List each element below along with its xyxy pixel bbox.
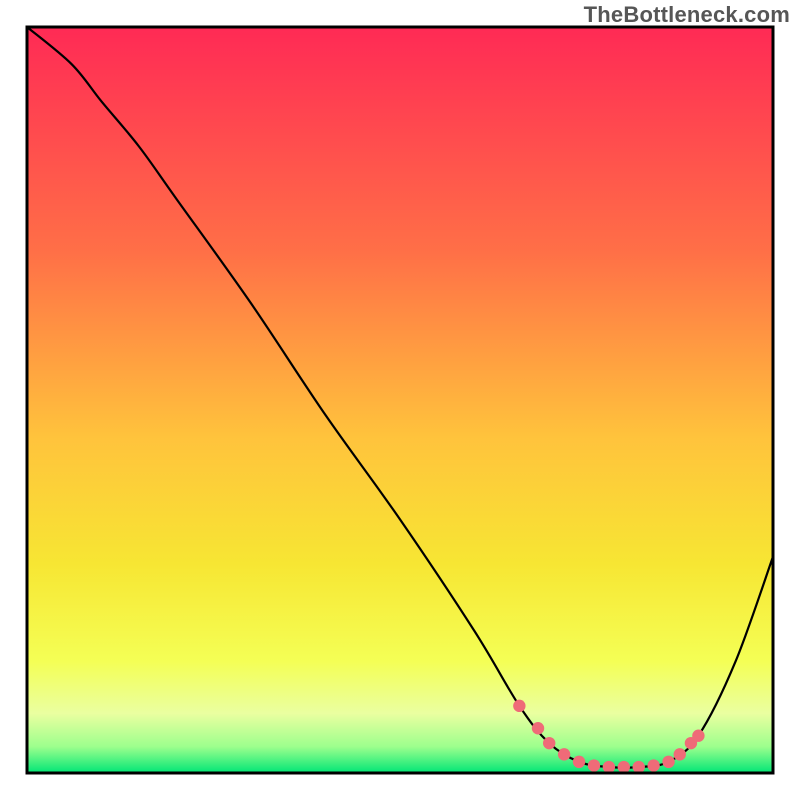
marker-dot	[532, 722, 544, 734]
marker-dot	[543, 737, 555, 749]
marker-dot	[588, 759, 600, 771]
marker-dot	[513, 700, 525, 712]
marker-dot	[692, 730, 704, 742]
marker-dot	[633, 761, 645, 773]
marker-dot	[558, 748, 570, 760]
marker-dot	[647, 759, 659, 771]
bottleneck-chart	[0, 0, 800, 800]
marker-dot	[662, 756, 674, 768]
chart-container: TheBottleneck.com	[0, 0, 800, 800]
marker-dot	[674, 748, 686, 760]
marker-dot	[603, 761, 615, 773]
marker-dot	[573, 756, 585, 768]
marker-dot	[618, 761, 630, 773]
source-attribution: TheBottleneck.com	[584, 2, 790, 28]
plot-background	[27, 27, 773, 773]
